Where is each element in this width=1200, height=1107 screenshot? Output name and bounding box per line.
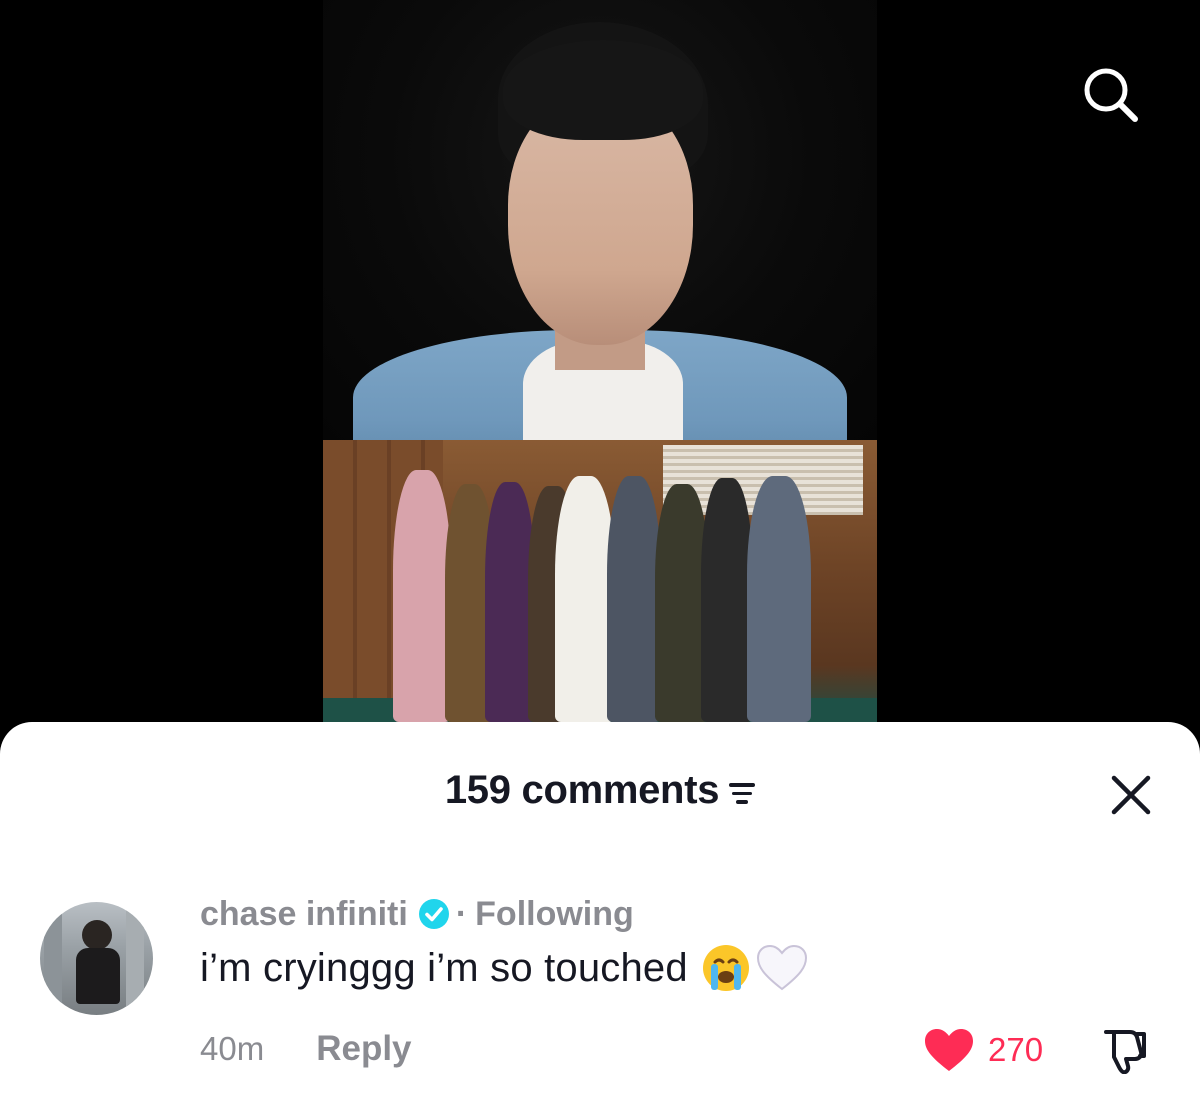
search-icon <box>1084 68 1138 122</box>
crying-emoji-icon <box>700 942 752 994</box>
comments-header: 159 comments <box>0 764 1200 824</box>
comment-meta: 40m Reply <box>200 1024 412 1074</box>
thumbs-down-icon <box>1104 1030 1146 1075</box>
like-count: 270 <box>988 1031 1044 1068</box>
comments-title: 159 comments <box>0 768 1200 813</box>
close-button[interactable] <box>1108 772 1154 818</box>
verified-badge-icon <box>418 898 450 930</box>
comment-count-label: 159 comments <box>444 768 720 812</box>
avatar-figure-body <box>76 948 120 1004</box>
comment-username[interactable]: chase infiniti <box>200 895 408 934</box>
follow-status: Following <box>475 894 634 933</box>
comment-time: 40m <box>200 1030 265 1067</box>
comment-user-row: chase infiniti · Following <box>200 892 634 936</box>
comment-text: i’m cryinggg i’m so touched <box>200 945 688 990</box>
like-button[interactable]: 270 <box>922 1028 1043 1072</box>
video-frame-portrait <box>323 0 877 440</box>
avatar-bg-building <box>44 902 62 1015</box>
comment-item: chase infiniti · Following i’m cryinggg … <box>0 892 1200 1092</box>
group-person <box>701 478 753 722</box>
reply-button[interactable]: Reply <box>316 1029 411 1069</box>
group-person <box>555 476 615 722</box>
comments-sheet: 159 comments chase infiniti · Following … <box>0 722 1200 1107</box>
comment-body: i’m cryinggg i’m so touched <box>200 942 810 994</box>
group-person <box>747 476 811 722</box>
separator-dot: · <box>455 894 468 933</box>
close-icon <box>1111 775 1151 815</box>
video-frame-group-photo <box>323 440 877 722</box>
person-fringe <box>503 40 703 140</box>
white-heart-emoji-icon <box>754 943 810 993</box>
dislike-button[interactable] <box>1100 1028 1150 1075</box>
heart-icon <box>925 1029 973 1071</box>
sort-icon[interactable] <box>729 783 756 804</box>
group-person <box>607 476 661 722</box>
group-person <box>393 470 451 722</box>
avatar[interactable] <box>40 902 153 1015</box>
avatar-bg-building <box>126 902 144 1015</box>
video-player[interactable] <box>0 0 1200 760</box>
avatar-figure <box>82 920 112 950</box>
search-button[interactable] <box>1076 60 1146 130</box>
